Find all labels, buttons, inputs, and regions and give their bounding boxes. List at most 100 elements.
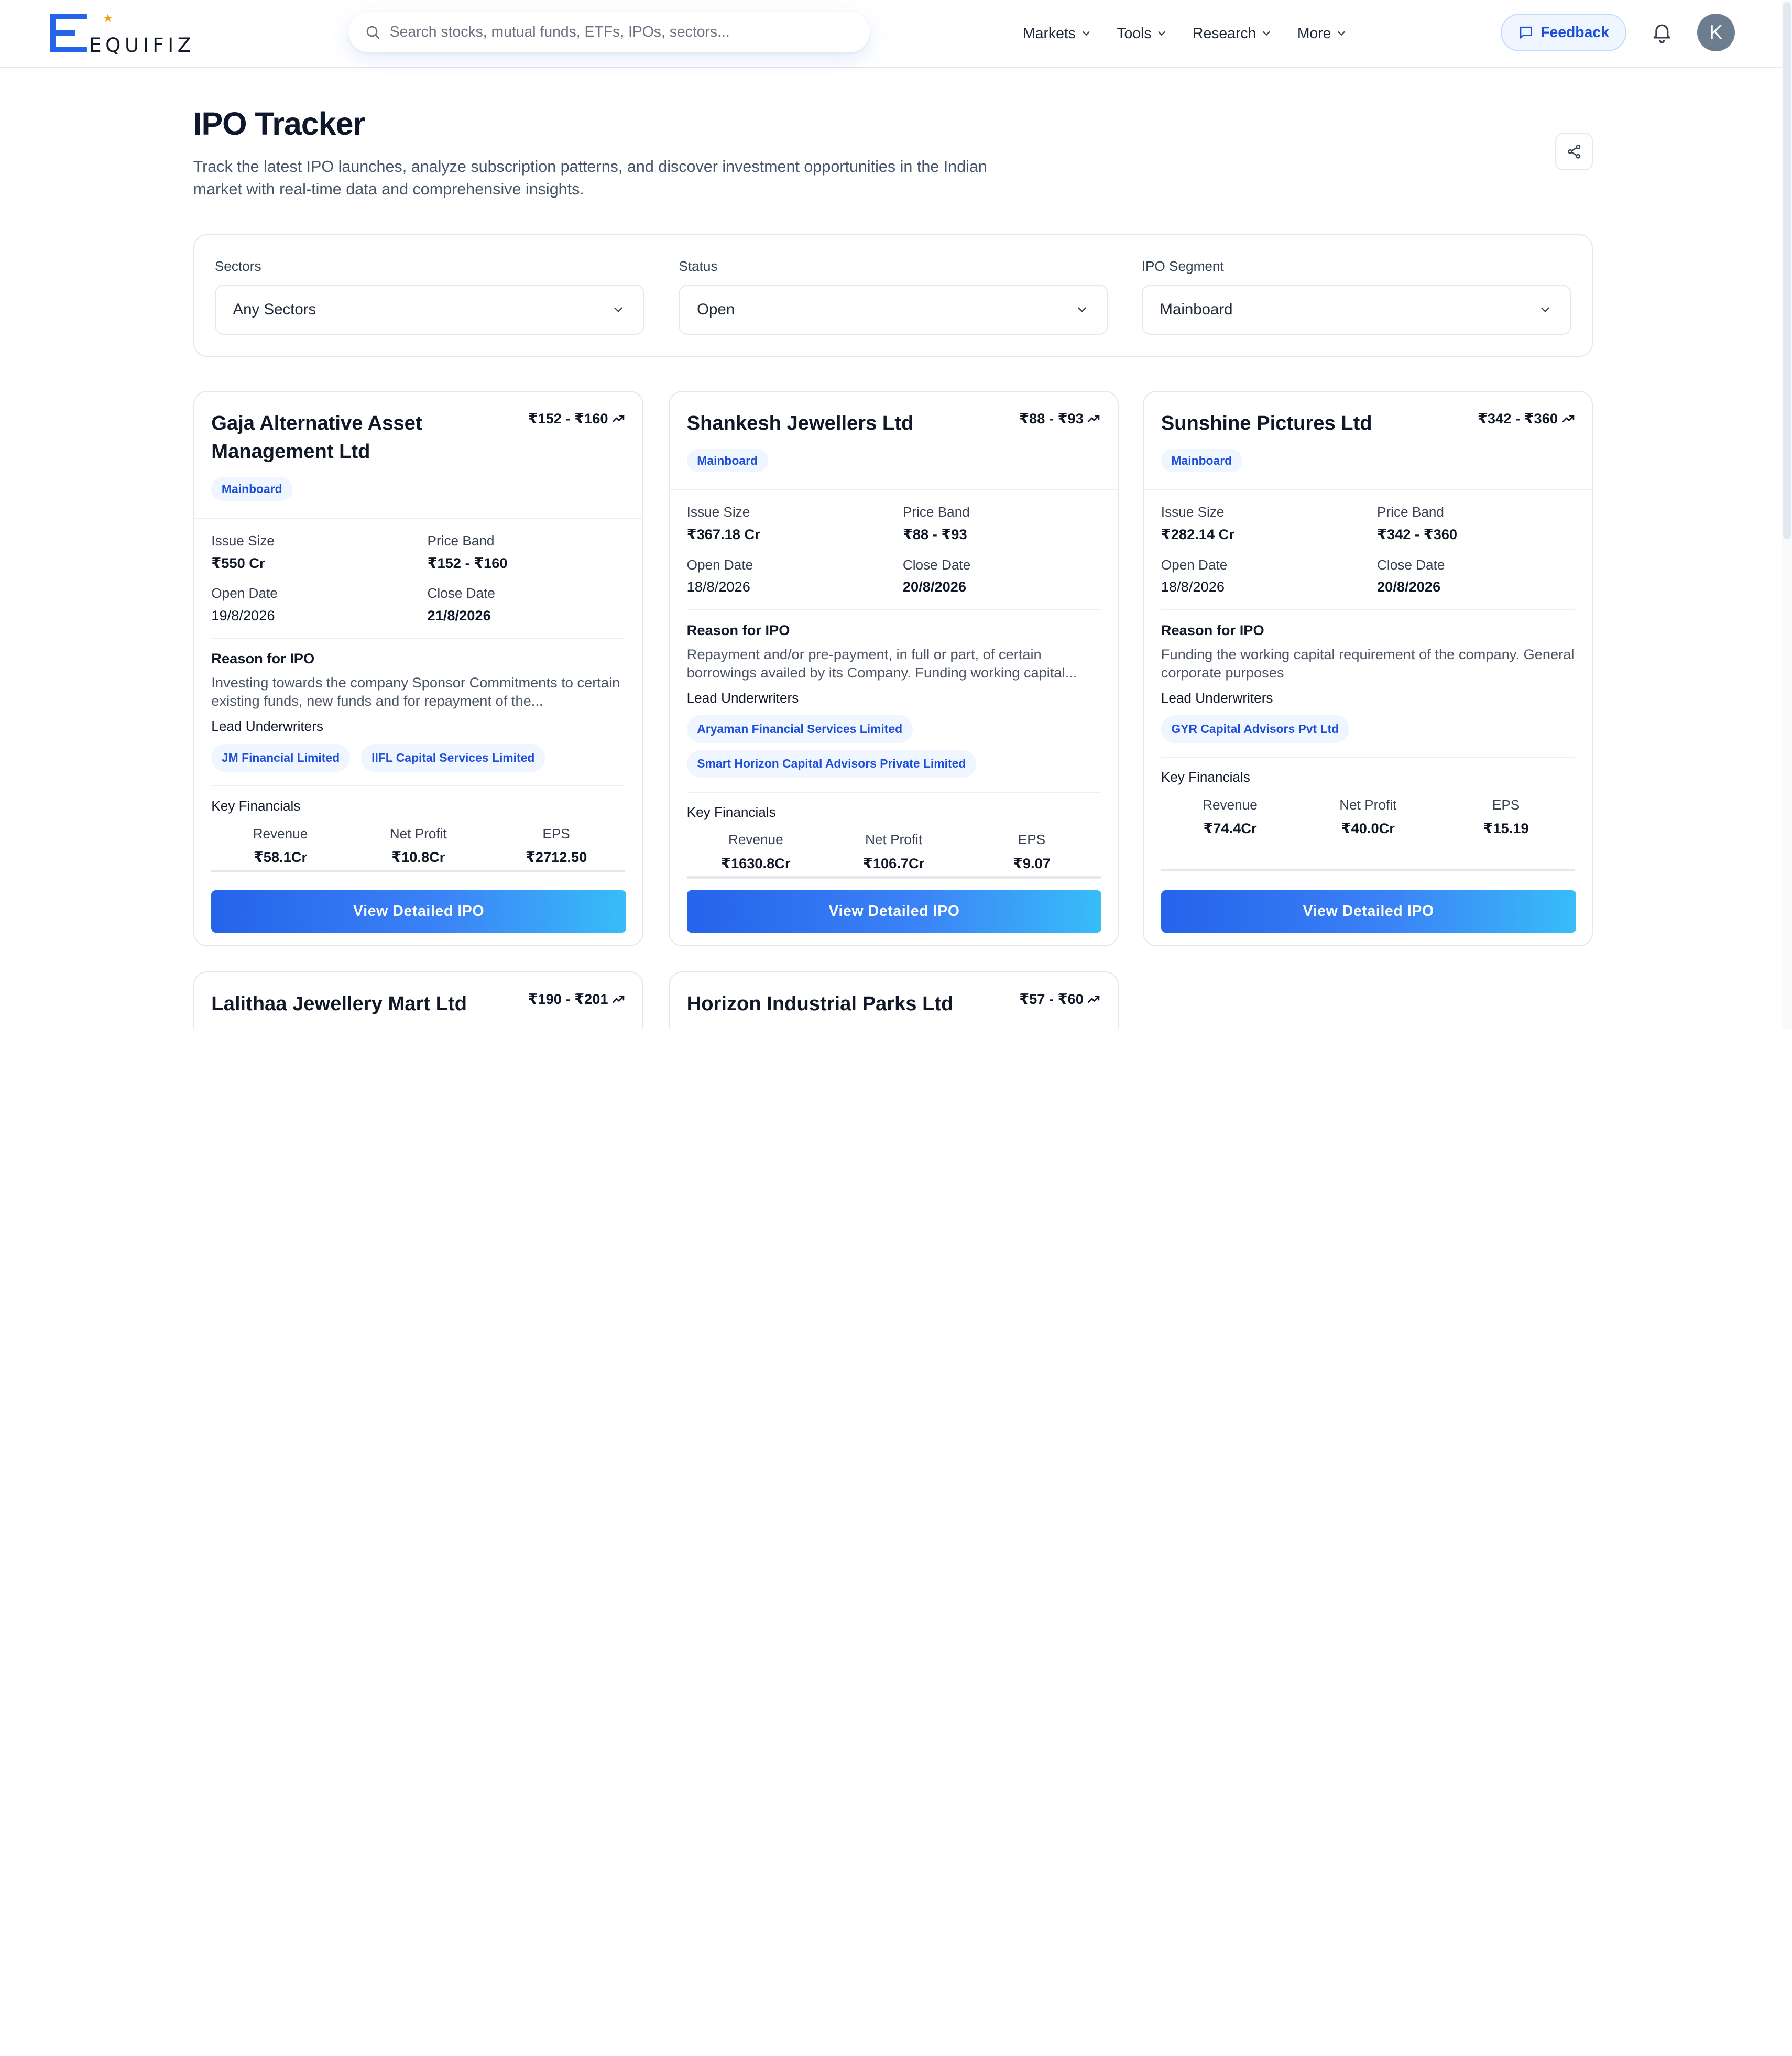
price-range: ₹88 - ₹93 xyxy=(1019,410,1100,427)
nav-tools[interactable]: Tools xyxy=(1117,25,1167,42)
issue-size-value: ₹282.14 Cr xyxy=(1161,526,1234,543)
card-header: Sunshine Pictures Ltd ₹342 - ₹360 Mainbo… xyxy=(1144,392,1592,473)
financials-grid: Revenue ₹58.1Cr Net Profit ₹10.8Cr EPS ₹271… xyxy=(194,826,642,866)
chevron-down-icon xyxy=(1338,31,1345,36)
nav-research[interactable]: Research xyxy=(1193,25,1272,42)
divider xyxy=(1161,757,1575,758)
equifiz-logo[interactable]: ★ EQUIFIZ xyxy=(50,11,199,57)
divider xyxy=(211,870,626,872)
logo-e-mark xyxy=(50,14,87,53)
company-name[interactable]: Lalithaa Jewellery Mart Ltd xyxy=(211,990,508,1019)
reason-title: Reason for IPO xyxy=(1161,621,1264,638)
nav-more[interactable]: More xyxy=(1297,25,1347,42)
sector-select[interactable]: Any Sectors xyxy=(214,285,644,335)
view-detailed-ipo-button[interactable]: View Detailed IPO xyxy=(211,890,627,933)
issue-size-value: ₹550 Cr xyxy=(211,554,265,571)
search-input[interactable] xyxy=(389,23,836,41)
share-icon xyxy=(1568,144,1581,159)
nav-research-label: Research xyxy=(1193,25,1256,42)
main-nav: Markets Tools Research More xyxy=(1023,0,1372,68)
eps-value: ₹2712.50 xyxy=(525,848,587,865)
open-date-value: 18/8/2026 xyxy=(1161,578,1225,595)
company-name[interactable]: Shankesh Jewellers Ltd xyxy=(687,409,973,438)
trending-up-icon xyxy=(1562,414,1574,422)
company-name[interactable]: Gaja Alternative Asset Management Ltd xyxy=(211,409,497,466)
eps-value: ₹15.19 xyxy=(1483,820,1529,837)
open-date-label: Open Date xyxy=(686,556,753,573)
nav-markets[interactable]: Markets xyxy=(1023,25,1091,42)
revenue-label: Revenue xyxy=(1203,797,1258,813)
card-header: Shankesh Jewellers Ltd ₹88 - ₹93 Mainboa… xyxy=(670,392,1118,473)
reason-text: Repayment and/or pre-payment, in full or… xyxy=(686,646,1077,681)
divider xyxy=(686,791,1101,793)
revenue-value: ₹1630.8Cr xyxy=(721,855,791,871)
top-navigation-bar: ★ EQUIFIZ Markets Tools Research More xyxy=(0,0,1792,68)
revenue-value: ₹58.1Cr xyxy=(253,848,308,865)
view-detailed-ipo-button[interactable]: View Detailed IPO xyxy=(1161,890,1576,933)
reason-section: Reason for IPO Investing towards the com… xyxy=(194,650,642,710)
trending-up-icon xyxy=(612,995,625,1003)
star-icon: ★ xyxy=(103,11,113,25)
page-scrollbar[interactable] xyxy=(1782,0,1792,1029)
net-profit-label: Net Profit xyxy=(865,832,923,848)
segment-select[interactable]: Mainboard xyxy=(1141,285,1571,335)
view-detailed-ipo-button[interactable]: View Detailed IPO xyxy=(686,890,1102,933)
feedback-button[interactable]: Feedback xyxy=(1500,14,1626,52)
eps-label: EPS xyxy=(542,825,570,841)
issue-size-label: Issue Size xyxy=(211,532,275,549)
ipo-card: Lalithaa Jewellery Mart Ltd ₹190 - ₹201 xyxy=(193,971,643,1029)
sector-filter: Sectors Any Sectors xyxy=(214,258,644,335)
message-icon xyxy=(1520,26,1532,39)
net-profit-value: ₹40.0Cr xyxy=(1341,820,1395,837)
scrollbar-thumb[interactable] xyxy=(1783,2,1791,540)
divider xyxy=(1161,869,1575,871)
net-profit-value: ₹10.8Cr xyxy=(391,848,445,865)
close-date-value: 20/8/2026 xyxy=(902,578,967,595)
sector-select-value: Any Sectors xyxy=(233,301,316,319)
bell-icon[interactable] xyxy=(1651,19,1674,45)
reason-section: Reason for IPO Funding the working capit… xyxy=(1144,622,1592,682)
underwriter-chip[interactable]: IIFL Capital Services Limited xyxy=(361,743,545,772)
segment-badge: Mainboard xyxy=(686,449,768,473)
close-date-value: 21/8/2026 xyxy=(427,607,491,624)
price-range: ₹342 - ₹360 xyxy=(1478,410,1575,427)
trending-up-icon xyxy=(612,414,625,422)
search-bar[interactable] xyxy=(348,11,870,53)
reason-section: Reason for IPO Repayment and/or pre-paym… xyxy=(670,622,1118,682)
price-range-text: ₹342 - ₹360 xyxy=(1477,410,1558,426)
chevron-down-icon xyxy=(614,307,622,313)
divider xyxy=(1161,609,1575,610)
chevron-down-icon xyxy=(1158,31,1165,36)
price-range: ₹152 - ₹160 xyxy=(528,410,625,427)
underwriter-chip[interactable]: GYR Capital Advisors Pvt Ltd xyxy=(1161,715,1349,743)
company-name[interactable]: Horizon Industrial Parks Ltd xyxy=(687,990,984,1019)
open-date-label: Open Date xyxy=(211,585,278,602)
price-range-text: ₹88 - ₹93 xyxy=(1019,410,1084,426)
price-band-label: Price Band xyxy=(1377,504,1444,520)
company-name[interactable]: Sunshine Pictures Ltd xyxy=(1161,409,1447,438)
avatar[interactable]: K xyxy=(1697,14,1735,52)
price-band-value: ₹342 - ₹360 xyxy=(1377,526,1458,543)
trending-up-icon xyxy=(1088,414,1100,422)
card-header: Horizon Industrial Parks Ltd ₹57 - ₹60 xyxy=(670,972,1118,1018)
status-select[interactable]: Open xyxy=(679,285,1109,335)
share-button[interactable] xyxy=(1555,133,1593,170)
chevron-down-icon xyxy=(1082,31,1090,36)
trending-up-icon xyxy=(1088,995,1100,1003)
card-header: Lalithaa Jewellery Mart Ltd ₹190 - ₹201 xyxy=(194,972,642,1018)
underwriter-chip[interactable]: Aryaman Financial Services Limited xyxy=(686,715,913,743)
logo-text: EQUIFIZ xyxy=(89,34,195,57)
underwriter-chip[interactable]: Smart Horizon Capital Advisors Private L… xyxy=(686,750,976,778)
financials-title: Key Financials xyxy=(686,804,776,820)
nav-tools-label: Tools xyxy=(1117,25,1152,42)
close-date-label: Close Date xyxy=(427,585,495,602)
price-band-label: Price Band xyxy=(902,504,970,520)
page-subtitle: Track the latest IPO launches, analyze s… xyxy=(193,157,987,199)
underwriter-chip[interactable]: JM Financial Limited xyxy=(211,743,350,772)
price-band-label: Price Band xyxy=(427,532,495,549)
nav-markets-label: Markets xyxy=(1023,25,1076,42)
segment-select-value: Mainboard xyxy=(1160,301,1233,319)
page-title: IPO Tracker xyxy=(193,105,366,141)
chevron-down-icon xyxy=(1541,307,1549,313)
close-date-label: Close Date xyxy=(1377,556,1445,573)
